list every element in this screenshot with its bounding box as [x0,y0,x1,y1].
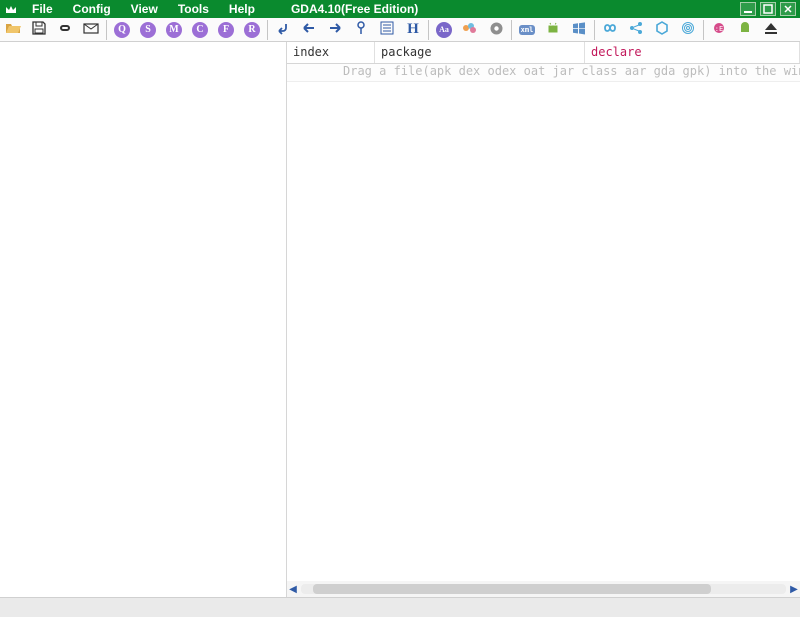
text-style-button[interactable]: Aa [431,18,457,42]
horizontal-scrollbar[interactable]: ◀ ▶ [287,581,800,597]
infinity-button[interactable] [597,18,623,42]
android2-button[interactable] [732,18,758,42]
arrow-left-icon [302,21,316,38]
toolbar-separator [428,20,429,40]
app-logo-icon [0,3,22,15]
letter-s-icon: S [140,22,156,38]
heading-button[interactable]: H [400,18,426,42]
arrow-right-icon [328,21,342,38]
status-bar [0,597,800,617]
menu-config[interactable]: Config [63,0,121,18]
toolbar: Q S M C F R H Aa xml :E [0,18,800,42]
open-button[interactable] [0,18,26,42]
share-icon [629,21,643,38]
link-button[interactable] [52,18,78,42]
scroll-track[interactable] [301,584,786,594]
letter-c-icon: C [192,22,208,38]
ellipsis-icon: :E [710,22,728,37]
content-area[interactable] [287,82,800,581]
side-panel[interactable] [0,42,287,597]
share-button[interactable] [623,18,649,42]
f-button[interactable]: F [213,18,239,42]
header-package[interactable]: package [375,42,585,63]
xml-button[interactable]: xml [514,18,540,42]
menu-tools[interactable]: Tools [168,0,219,18]
save-button[interactable] [26,18,52,42]
minimize-button[interactable] [740,2,756,16]
hexagon-icon [655,21,669,38]
letter-r-icon: R [244,22,260,38]
envelope-icon [83,21,99,38]
link-icon [57,21,73,38]
r-button[interactable]: R [239,18,265,42]
s-button[interactable]: S [135,18,161,42]
svg-text::E: :E [715,25,723,33]
column-headers: index package declare [287,42,800,64]
nav-back-button[interactable] [296,18,322,42]
nav-forward-button[interactable] [322,18,348,42]
maximize-button[interactable] [760,2,776,16]
scroll-left-icon[interactable]: ◀ [287,584,299,595]
return-arrow-icon [276,21,290,38]
android-alt-icon [738,21,752,38]
header-index[interactable]: index [287,42,375,63]
infinity-icon [601,22,619,37]
header-declare[interactable]: declare [585,42,800,63]
c-button[interactable]: C [187,18,213,42]
letter-h-icon: H [407,21,419,38]
fingerprint-button[interactable] [675,18,701,42]
work-area: index package declare Drag a file(apk de… [0,42,800,597]
eject-icon [764,22,778,37]
window-controls [740,2,800,16]
palette-icon [462,21,478,38]
scroll-right-icon[interactable]: ▶ [788,584,800,595]
aa-icon: Aa [436,22,452,38]
toolbar-separator [106,20,107,40]
letter-f-icon: F [218,22,234,38]
menu-bar: File Config View Tools Help GDA4.10(Free… [0,0,800,18]
gear-icon [489,21,504,39]
windows-button[interactable] [566,18,592,42]
android-button[interactable] [540,18,566,42]
list-icon [380,21,394,38]
letter-q-icon: Q [114,22,130,38]
note-button[interactable] [78,18,104,42]
windows-icon [572,21,586,38]
hexagon-button[interactable] [649,18,675,42]
letter-m-icon: M [166,22,182,38]
toolbar-separator [703,20,704,40]
menu-view[interactable]: View [121,0,168,18]
eject-button[interactable] [758,18,784,42]
toolbar-separator [511,20,512,40]
main-panel: index package declare Drag a file(apk de… [287,42,800,597]
folder-open-icon [5,21,21,38]
palette-button[interactable] [457,18,483,42]
ellipsis-button[interactable]: :E [706,18,732,42]
drop-hint: Drag a file(apk dex odex oat jar class a… [287,64,800,82]
floppy-disk-icon [32,21,46,38]
toolbar-separator [594,20,595,40]
m-button[interactable]: M [161,18,187,42]
android-icon [546,21,560,38]
q-button[interactable]: Q [109,18,135,42]
bookmark-icon [355,21,367,38]
menu-help[interactable]: Help [219,0,265,18]
settings-button[interactable] [483,18,509,42]
nav-return-button[interactable] [270,18,296,42]
fingerprint-icon [681,21,695,38]
close-button[interactable] [780,2,796,16]
scroll-thumb[interactable] [313,584,711,594]
bookmark-button[interactable] [348,18,374,42]
menu-file[interactable]: File [22,0,63,18]
xml-icon: xml [519,25,536,35]
list-button[interactable] [374,18,400,42]
app-title: GDA4.10(Free Edition) [291,2,418,16]
toolbar-separator [267,20,268,40]
